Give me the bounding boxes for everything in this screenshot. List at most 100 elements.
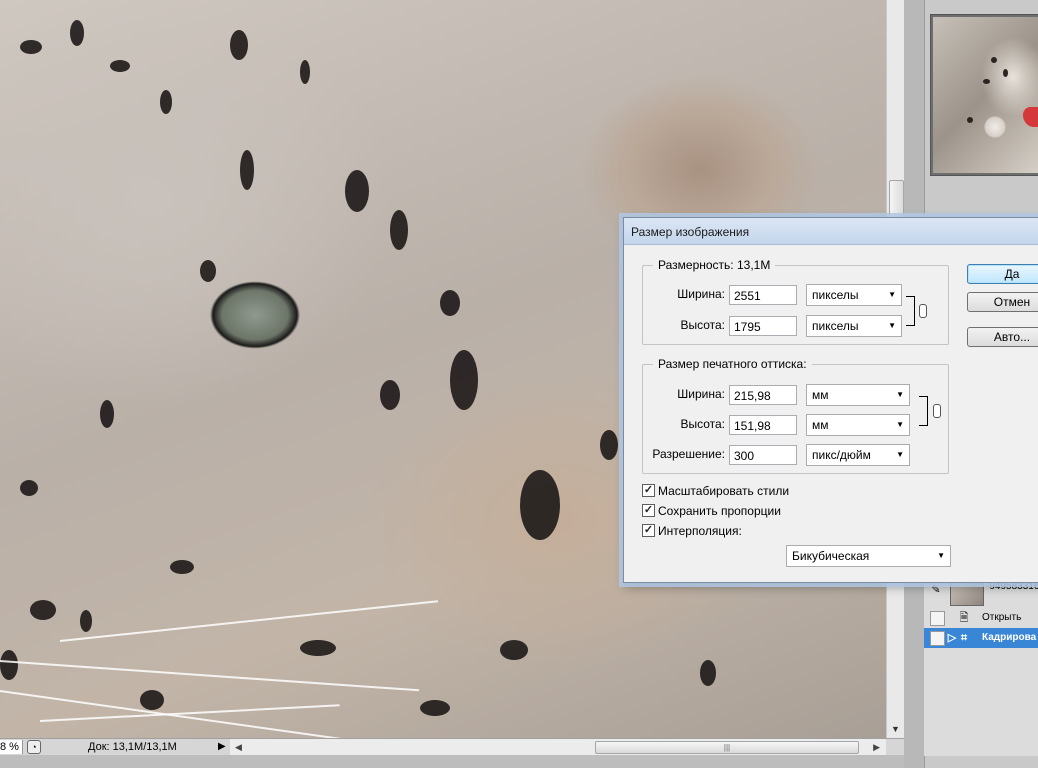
history-item-crop[interactable]: ▷ ⌗ Кадрирова [924,628,1038,648]
resolution-unit-value: пикс/дюйм [812,448,871,462]
document-info: Док: 13,1M/13,1M [88,741,177,753]
resolution-unit-select[interactable]: пикс/дюйм ▼ [806,444,910,466]
status-bar: 8 % ◔ Док: 13,1M/13,1M ▶ ◀ ||| ▶ [0,738,904,755]
scale-styles-label: Масштабировать стили [658,484,790,498]
chain-link-icon [933,404,941,418]
pixel-width-unit-value: пикселы [812,288,859,302]
crop-icon: ⌗ [960,632,968,644]
fur-spot [0,650,18,680]
pixel-height-unit-value: пикселы [812,319,859,333]
scroll-left-icon[interactable]: ◀ [235,739,242,755]
doc-width-input[interactable]: 215,98 [729,385,797,405]
doc-height-label: Высота: [680,417,725,431]
status-menu-icon[interactable]: ◔ [27,740,41,754]
fur-spot [240,150,254,190]
vertical-scroll-thumb[interactable] [889,180,904,222]
document-size-legend: Размер печатного оттиска: [653,357,812,371]
fur-spot [200,260,216,282]
pixel-dimensions-group: Размерность: 13,1M Ширина: 2551 пикселы … [642,258,949,345]
interpolation-method-value: Бикубическая [792,549,870,563]
constrain-bracket [906,296,915,326]
resample-checkbox[interactable]: ✓ [642,524,655,537]
pixel-width-unit-select[interactable]: пикселы ▼ [806,284,902,306]
navigator-thumbnail [933,17,1038,173]
fur-spot [20,480,38,496]
fur-spot [450,350,478,410]
fur-spot [110,60,130,72]
pixel-height-input[interactable]: 1795 [729,316,797,336]
dialog-title: Размер изображения [631,225,750,239]
document-open-icon: 🗎 [959,612,969,624]
doc-height-unit-select[interactable]: мм ▼ [806,414,910,436]
pixel-dimensions-legend: Размерность: 13,1M [653,258,776,272]
scroll-down-icon[interactable]: ▼ [891,724,900,734]
constrain-proportions-label: Сохранить пропорции [658,504,781,518]
fur-spot [420,700,450,716]
dialog-titlebar[interactable]: Размер изображения [624,218,1038,245]
history-item-open[interactable]: 🗎 Открыть [924,608,1038,628]
image-size-dialog: Размер изображения Размерность: 13,1M Ши… [623,217,1038,583]
resolution-label: Разрешение: [652,447,725,461]
fur-spot [160,90,172,114]
doc-width-label: Ширина: [677,387,725,401]
chevron-down-icon: ▼ [888,321,896,330]
chevron-down-icon: ▼ [888,290,896,299]
document-size-group: Размер печатного оттиска: Ширина: 215,98… [642,357,949,474]
navigator-preview[interactable] [930,14,1038,176]
thumb-spot [1003,69,1008,77]
whisker [39,704,340,722]
fur-spot [300,60,310,84]
scroll-right-icon[interactable]: ▶ [873,739,880,755]
fur-spot [380,380,400,410]
thumb-mouth [1023,107,1038,127]
horizontal-scroll-thumb[interactable]: ||| [595,741,859,754]
fur-spot [345,170,369,212]
doc-height-input[interactable]: 151,98 [729,415,797,435]
fur-spot [500,640,528,660]
pixel-height-label: Высота: [680,318,725,332]
history-source-checkbox[interactable] [930,611,945,626]
brush-source-icon[interactable]: ✎ [928,582,944,598]
auto-button[interactable]: Авто... [967,327,1038,347]
fur-spot [520,470,560,540]
fur-spot [700,660,716,686]
fur-spot [390,210,408,250]
fur-spot [300,640,336,656]
constrain-proportions-checkbox[interactable]: ✓ [642,504,655,517]
doc-width-unit-select[interactable]: мм ▼ [806,384,910,406]
chevron-down-icon: ▼ [896,450,904,459]
history-item-label: Открыть [982,612,1022,623]
chain-link-icon [919,304,927,318]
history-item-label: Кадрирова [982,632,1037,643]
constrain-bracket [919,396,928,426]
thumb-spot [967,117,973,123]
thumb-spot [983,79,990,84]
history-panel: ✎ -9495833162 🗎 Открыть ▷ ⌗ Кадрирова [924,576,1038,756]
status-popup-arrow-icon[interactable]: ▶ [218,739,226,755]
fur-spot [440,290,460,316]
fur-spot [20,40,42,54]
whisker [59,600,439,642]
fur-spot [170,560,194,574]
pixel-height-unit-select[interactable]: пикселы ▼ [806,315,902,337]
scale-styles-checkbox[interactable]: ✓ [642,484,655,497]
fur-spot [30,600,56,620]
interpolation-method-select[interactable]: Бикубическая ▼ [786,545,951,567]
window-bottom-edge [0,755,904,768]
pixel-width-label: Ширина: [677,287,725,301]
chevron-down-icon: ▼ [896,420,904,429]
canvas-horizontal-scrollbar[interactable]: ◀ ||| ▶ [230,739,886,755]
pixel-dimensions-size: 13,1M [736,258,771,272]
pixel-width-input[interactable]: 2551 [729,285,797,305]
cancel-button[interactable]: Отмен [967,292,1038,312]
fur-spot [80,610,92,632]
history-source-checkbox[interactable] [930,631,945,646]
fur-spot [230,30,248,60]
zoom-level[interactable]: 8 % [0,740,23,754]
whisker [0,660,420,692]
resolution-input[interactable]: 300 [729,445,797,465]
resample-label: Интерполяция: [658,524,742,538]
ok-button[interactable]: Да [967,264,1038,284]
fur-spot [70,20,84,46]
fur-spot [140,690,164,710]
